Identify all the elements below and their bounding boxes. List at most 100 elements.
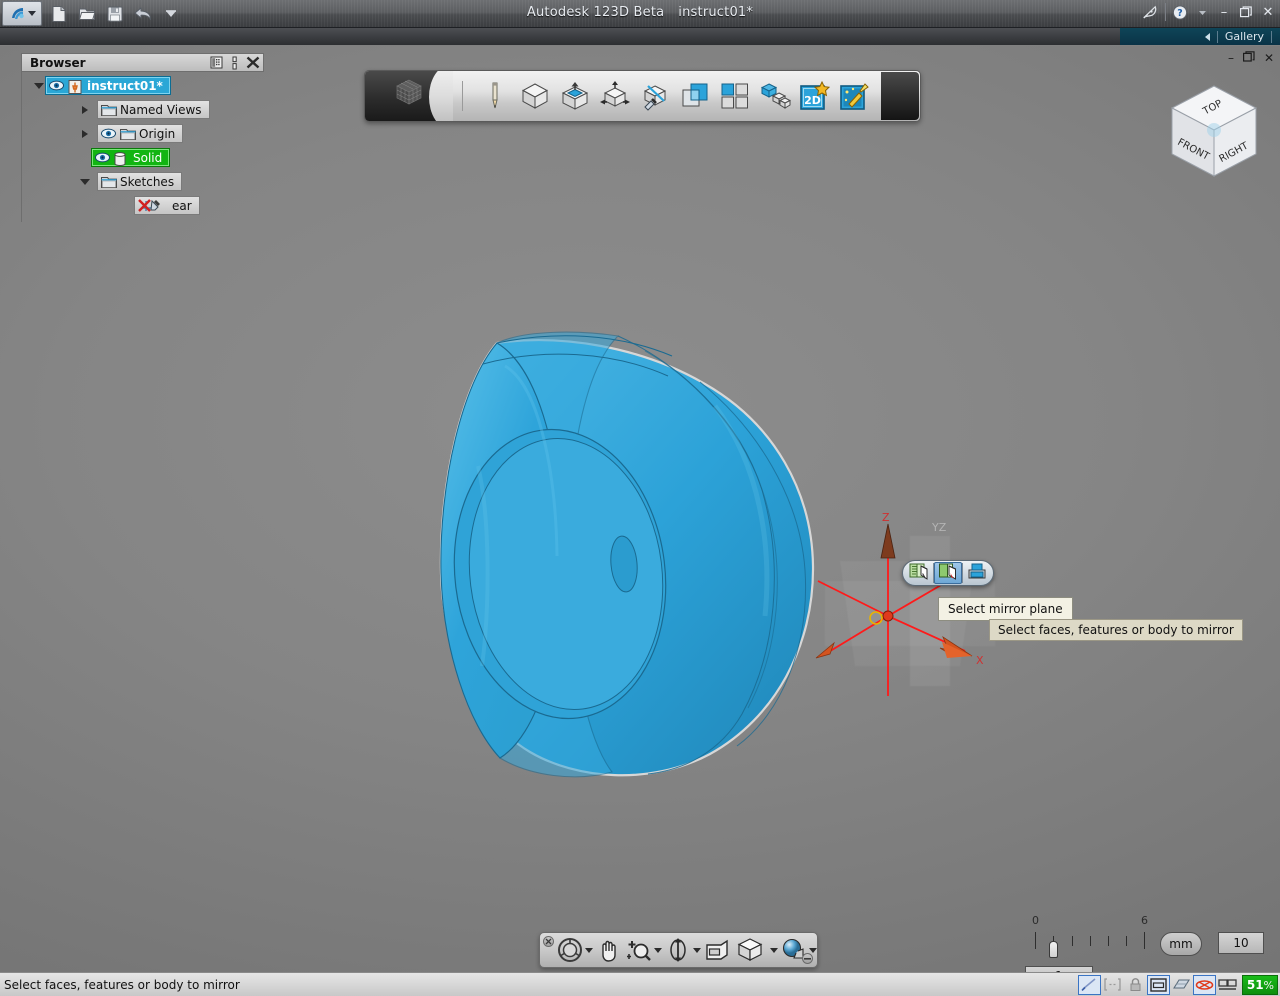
nav-look-at-button[interactable]	[703, 936, 731, 964]
apply-mirror-button[interactable]	[963, 562, 991, 584]
viewport-restore-button[interactable]	[1242, 51, 1255, 65]
steering-wheel-caret-icon[interactable]	[585, 947, 593, 953]
browser-title: Browser	[30, 55, 86, 70]
tree-item-solid[interactable]: Solid	[22, 147, 264, 168]
minimize-window-button[interactable]: –	[1216, 3, 1232, 21]
tool-measure[interactable]	[636, 76, 673, 116]
view-cube[interactable]: TOP FRONT RIGHT	[1160, 80, 1268, 186]
tool-smart-assist[interactable]	[836, 76, 873, 116]
nav-pan-button[interactable]	[595, 936, 623, 964]
folder-icon-origin	[120, 128, 136, 140]
grid-list-icon[interactable]	[209, 55, 224, 70]
solid-body-pulley[interactable]	[410, 312, 847, 811]
tool-pattern[interactable]	[716, 76, 753, 116]
tree-item-sketches[interactable]: Sketches	[22, 171, 264, 192]
zoom-level-badge[interactable]: 51%	[1241, 974, 1278, 995]
nav-zoom-button[interactable]	[625, 936, 662, 964]
toolbar-overflow-button[interactable]	[881, 72, 919, 120]
zoom-level-value: 51	[1246, 977, 1264, 992]
question-mark-circle-icon[interactable]: ?	[1172, 3, 1188, 21]
select-mirror-plane-button[interactable]	[933, 562, 963, 584]
status-plane-button[interactable]	[1170, 975, 1193, 995]
gallery-collapse-arrow-icon[interactable]	[1204, 32, 1210, 41]
tree-item-ear[interactable]: ear	[22, 195, 264, 216]
app-cube-menu-button[interactable]	[365, 71, 453, 121]
cylinder-icon	[114, 151, 129, 166]
tool-sketch[interactable]	[476, 76, 513, 116]
nav-steering-wheel-button[interactable]	[556, 936, 593, 964]
tree-twisty-instruct01[interactable]	[33, 80, 45, 92]
orbit-caret-icon[interactable]	[693, 947, 701, 953]
viewport-minimize-button[interactable]: –	[1228, 51, 1234, 65]
visibility-eye-icon[interactable]	[49, 80, 64, 91]
apply-mirror-icon	[967, 562, 987, 584]
status-bar-icons: 51%	[1077, 973, 1280, 996]
browser-panel: Browser instruct01* Named Views Origin S…	[21, 53, 264, 222]
tree-pill-origin[interactable]: Origin	[97, 124, 184, 143]
gallery-divider-2	[1271, 30, 1272, 43]
tree-pill-named-views[interactable]: Named Views	[97, 100, 210, 119]
nav-view-cube-button[interactable]	[733, 936, 778, 964]
toolbar-divider	[1165, 3, 1166, 21]
document-pin-icon	[68, 79, 83, 94]
select-mirror-pattern-button[interactable]	[905, 562, 933, 584]
tool-construct[interactable]	[556, 76, 593, 116]
status-layout-button[interactable]	[1216, 975, 1239, 995]
status-snap-button[interactable]	[1077, 974, 1101, 995]
tree-item-instruct01[interactable]: instruct01*	[22, 75, 264, 96]
window-title: Autodesk 123D Beta instruct01*	[0, 5, 1280, 20]
status-orbit-button[interactable]	[1192, 974, 1216, 995]
close-window-button[interactable]: ✕	[1260, 3, 1276, 21]
gallery-tab[interactable]: Gallery	[1120, 28, 1280, 45]
tree-twisty-origin[interactable]	[79, 128, 91, 140]
status-lock-button[interactable]	[1124, 975, 1147, 995]
browser-close-x-icon[interactable]	[245, 55, 260, 70]
unit-selector[interactable]: mm	[1160, 932, 1202, 956]
dock-columns-icon[interactable]	[227, 55, 242, 70]
tool-group[interactable]	[756, 76, 793, 116]
tree-label-origin: Origin	[139, 126, 176, 141]
cube-grid-icon	[392, 77, 426, 115]
visibility-eye-icon-origin[interactable]	[101, 128, 116, 139]
browser-tree-container[interactable]: instruct01* Named Views Origin Solid Ske…	[21, 72, 264, 222]
scale-slider-handle[interactable]	[1049, 941, 1058, 958]
plane-yz-label: YZ	[931, 521, 947, 534]
restore-window-button[interactable]	[1238, 3, 1254, 21]
mirror-tooltip-description: Select faces, features or body to mirror	[989, 619, 1243, 641]
svg-text:?: ?	[1177, 8, 1182, 19]
zoom-caret-icon[interactable]	[654, 947, 662, 953]
scale-tick-label-0: 0	[1032, 914, 1039, 927]
status-dimension-button[interactable]	[1101, 975, 1124, 995]
scale-bar: 0 6 1 mm 10	[1020, 906, 1270, 972]
satellite-dish-icon[interactable]	[1143, 3, 1159, 21]
application-window: Autodesk 123D Betainstruct01* ? – ✕ Gal	[0, 0, 1280, 996]
status-bar: Select faces, features or body to mirror	[0, 972, 1280, 996]
navbar-close-button[interactable]	[543, 936, 554, 947]
tree-label-instruct01: instruct01*	[87, 78, 163, 93]
tool-modify[interactable]	[596, 76, 633, 116]
tree-pill-instruct01[interactable]: instruct01*	[45, 76, 171, 95]
tree-pill-ear[interactable]: ear	[134, 196, 200, 215]
nav-orbit-button[interactable]	[664, 936, 701, 964]
view-cube-caret-icon[interactable]	[770, 947, 778, 953]
display-style-caret-icon[interactable]	[809, 947, 817, 953]
viewport-window-controls: – ✕	[1228, 51, 1274, 65]
tool-primitives[interactable]	[516, 76, 553, 116]
3d-viewport[interactable]: Z X YZ Browser instruct01* Named Views O…	[0, 46, 1280, 972]
tool-combine[interactable]	[676, 76, 713, 116]
navbar-minimize-button[interactable]	[802, 953, 813, 964]
tree-item-origin[interactable]: Origin	[22, 123, 264, 144]
tree-twisty-named-views[interactable]	[79, 104, 91, 116]
tree-pill-sketches[interactable]: Sketches	[97, 172, 183, 191]
help-dropdown-chevron-down-icon[interactable]	[1194, 3, 1210, 21]
svg-text:2D: 2D	[804, 94, 821, 107]
tree-pill-solid[interactable]: Solid	[91, 148, 171, 167]
browser-tree: instruct01* Named Views Origin Solid Ske…	[22, 72, 264, 216]
tool-2d-star[interactable]: 2D	[796, 76, 833, 116]
viewport-close-button[interactable]: ✕	[1264, 51, 1274, 65]
status-window-button[interactable]	[1146, 974, 1170, 995]
tree-twisty-sketches[interactable]	[79, 176, 91, 188]
visibility-eye-icon-solid[interactable]	[95, 152, 110, 163]
tree-item-named-views[interactable]: Named Views	[22, 99, 264, 120]
grid-value-field[interactable]: 10	[1218, 932, 1264, 954]
